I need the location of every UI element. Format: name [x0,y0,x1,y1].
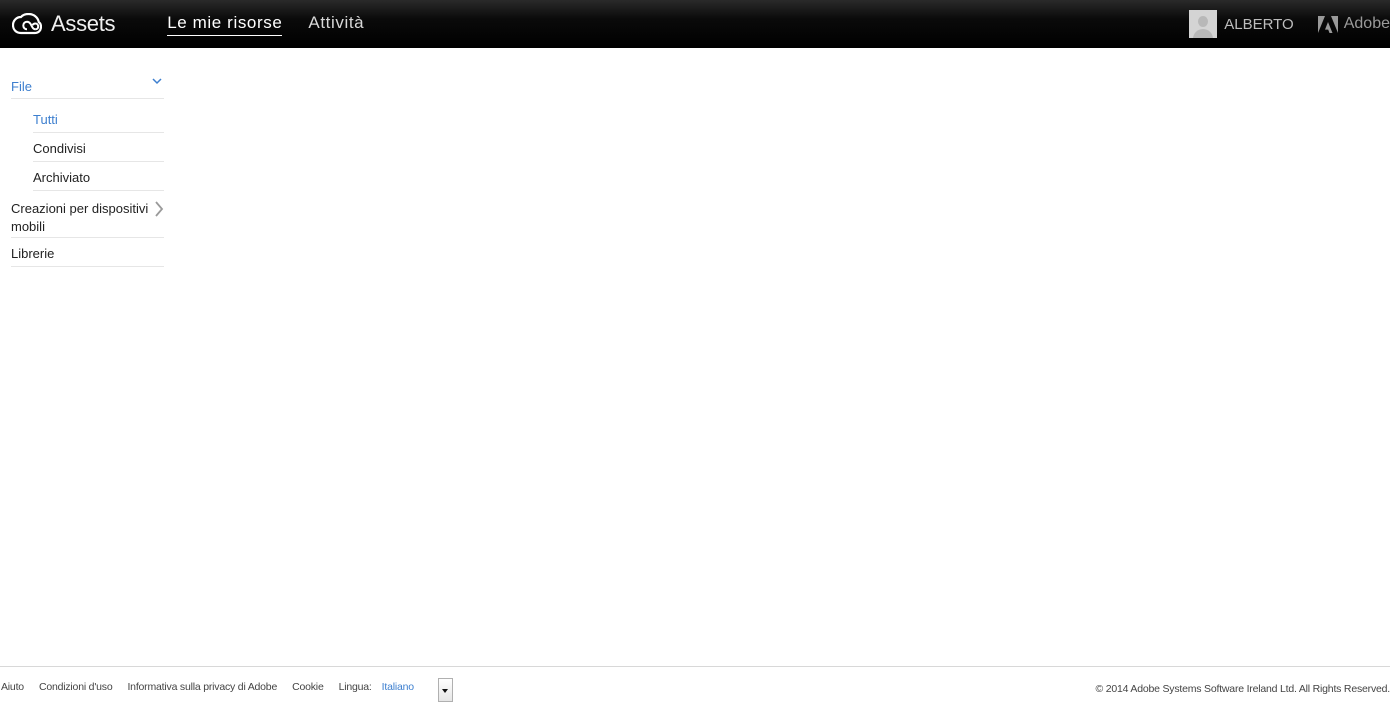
language-dropdown-button[interactable] [438,678,453,702]
main-content-area [180,48,1390,666]
sidebar-section-libraries[interactable]: Librerie [11,238,164,267]
sidebar-section-mobile-creations-label: Creazioni per dispositivi mobili [11,201,149,234]
main-nav: Le mie risorse Attività [167,0,390,48]
footer-links: Aiuto Condizioni d'uso Informativa sulla… [1,681,414,693]
footer-link-cookie[interactable]: Cookie [292,681,324,693]
user-avatar[interactable] [1189,10,1218,38]
user-name-menu[interactable]: ALBERTO [1224,16,1293,33]
sidebar-section-file[interactable]: File [11,70,164,99]
avatar-head-shape [1198,16,1209,27]
footer-link-help[interactable]: Aiuto [1,681,24,693]
top-navigation-bar: Assets Le mie risorse Attività ALBERTO A… [0,0,1390,48]
sidebar-item-archived-label: Archiviato [33,170,91,185]
language-selected-value[interactable]: Italiano [382,681,414,693]
sidebar-section-mobile-creations[interactable]: Creazioni per dispositivi mobili [11,191,164,238]
sidebar-section-file-label: File [11,79,32,94]
adobe-menu[interactable]: Adobe [1317,15,1390,33]
copyright-text: © 2014 Adobe Systems Software Ireland Lt… [1095,683,1390,695]
chevron-right-icon[interactable] [154,201,164,217]
chevron-down-icon[interactable] [152,76,162,86]
nav-my-assets-tab[interactable]: Le mie risorse [167,13,283,36]
sidebar-item-shared-label: Condivisi [33,141,86,156]
footer-link-privacy[interactable]: Informativa sulla privacy di Adobe [127,681,277,693]
avatar-body-shape [1193,29,1214,38]
adobe-logo-icon [1317,15,1338,33]
page-footer: Aiuto Condizioni d'uso Informativa sulla… [0,666,1390,704]
app-title: Assets [51,11,116,36]
sidebar-item-all-label: Tutti [33,112,58,127]
language-label: Lingua: [338,681,372,693]
sidebar-section-libraries-label: Librerie [11,246,55,261]
account-area: ALBERTO Adobe [1189,0,1390,48]
sidebar-item-all[interactable]: Tutti [33,99,164,133]
sidebar-item-shared[interactable]: Condivisi [33,133,164,162]
sidebar-navigation: File Tutti Condivisi Archiviato Creazion… [11,70,164,267]
dropdown-arrow-icon [442,689,448,693]
adobe-label: Adobe [1343,15,1390,32]
creative-cloud-logo-icon [12,13,42,35]
sidebar-item-archived[interactable]: Archiviato [33,162,164,191]
footer-link-terms[interactable]: Condizioni d'uso [39,681,113,693]
brand-home-link[interactable]: Assets [12,11,116,37]
nav-activity-tab[interactable]: Attività [308,13,364,35]
